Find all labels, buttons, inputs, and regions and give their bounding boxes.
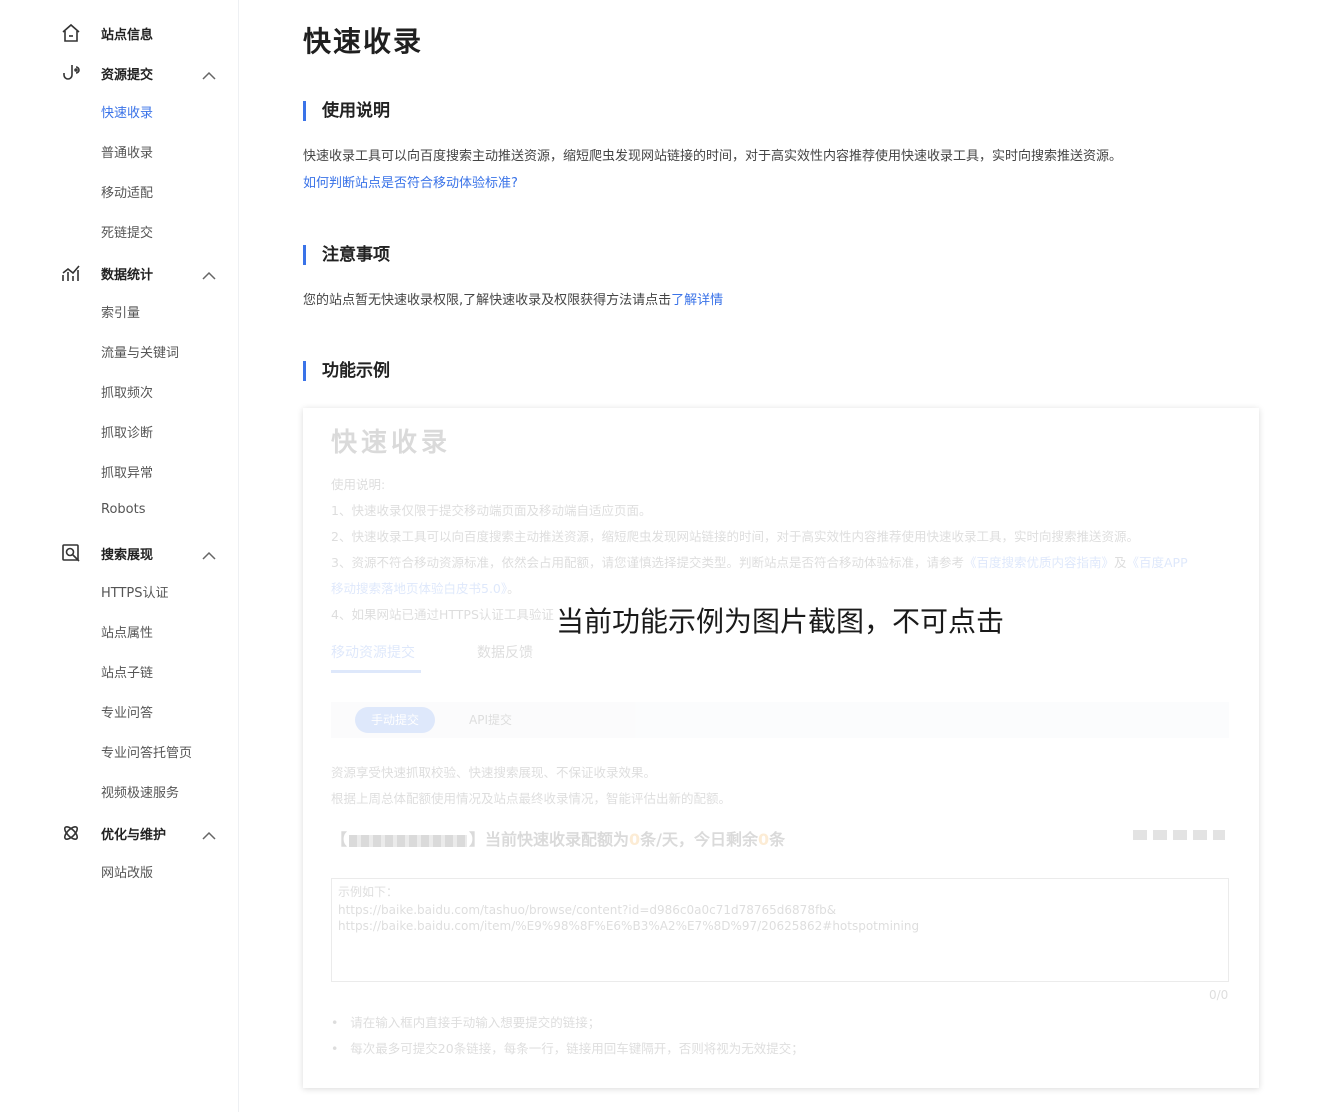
example-whitepaper-link-b: 移动搜索落地页体验白皮书5.0》 <box>331 581 508 596</box>
sidebar-item-sitelinks[interactable]: 站点子链 <box>101 662 153 681</box>
notice-text: 您的站点暂无快速收录权限,了解快速收录及权限获得方法请点击 <box>303 293 672 308</box>
example-bullet-text: 请在输入框内直接手动输入想要提交的链接； <box>350 1015 601 1030</box>
example-quota: 【】当前快速收录配额为0条/天，今日剩余0条 <box>331 826 785 850</box>
example-title: 快速收录 <box>331 428 452 458</box>
example-bullet: • 请在输入框内直接手动输入想要提交的链接； <box>331 1015 601 1030</box>
example-desc: 根据上周总体配额使用情况及站点最终收录情况，智能评估出新的配额。 <box>331 791 732 806</box>
chevron-up-icon[interactable] <box>202 66 216 80</box>
section-title-notice: 注意事项 <box>303 245 390 265</box>
quota-value: 0 <box>629 830 641 849</box>
example-line: 2、快速收录工具可以向百度搜索主动推送资源，缩短爬虫发现网站链接的时间，对于高实… <box>331 529 1139 544</box>
sidebar-item-https[interactable]: HTTPS认证 <box>101 582 169 601</box>
sidebar-item-video-speed[interactable]: 视频极速服务 <box>101 782 179 801</box>
sidebar-item-crawl-errors[interactable]: 抓取异常 <box>101 462 153 481</box>
example-screenshot: 快速收录 使用说明: 1、快速收录仅限于提交移动端页面及移动端自适应页面。 2、… <box>303 408 1259 1088</box>
sidebar-item-normal-index[interactable]: 普通收录 <box>101 142 153 161</box>
example-line3-mid: 及 <box>1113 555 1127 570</box>
sidebar-item-robots[interactable]: Robots <box>101 502 145 517</box>
example-line: 1、快速收录仅限于提交移动端页面及移动端自适应页面。 <box>331 503 652 518</box>
section-title-usage: 使用说明 <box>303 101 390 121</box>
sidebar-item-index-volume[interactable]: 索引量 <box>101 302 140 321</box>
sidebar-group-data-stats[interactable]: 数据统计 <box>0 257 239 287</box>
example-bullet: • 每次最多可提交20条链接，每条一行，链接用回车键隔开，否则将视为无效提交； <box>331 1041 804 1056</box>
sidebar-item-site-info[interactable]: 站点信息 <box>0 17 239 47</box>
sidebar-item-traffic-keywords[interactable]: 流量与关键词 <box>101 342 179 361</box>
sidebar-item-crawl-frequency[interactable]: 抓取频次 <box>101 382 153 401</box>
example-usage-label: 使用说明: <box>331 477 386 492</box>
chevron-up-icon[interactable] <box>202 266 216 280</box>
search-display-icon <box>60 542 82 564</box>
sidebar-item-site-attributes[interactable]: 站点属性 <box>101 622 153 641</box>
example-line: 4、如果网站已通过HTTPS认证工具验证 <box>331 607 554 622</box>
sidebar-group-resource-submit[interactable]: 资源提交 <box>0 57 239 87</box>
sidebar: 站点信息 资源提交 快速收录 普通收录 移动适配 死链提交 数据统计 索引量 流… <box>0 0 239 1112</box>
example-tab-underline <box>331 670 421 673</box>
quota-prefix: 【 <box>331 830 348 849</box>
quota-unit: 条/天，今日剩余 <box>640 830 759 849</box>
chevron-up-icon[interactable] <box>202 826 216 840</box>
notice-text-row: 您的站点暂无快速收录权限,了解快速收录及权限获得方法请点击了解详情 <box>303 289 723 308</box>
optimize-icon <box>60 822 82 844</box>
example-counter: 0/0 <box>1209 988 1229 1002</box>
sidebar-item-site-revision[interactable]: 网站改版 <box>101 862 153 881</box>
example-tab-feedback: 数据反馈 <box>477 645 533 661</box>
example-faded-content: 快速收录 使用说明: 1、快速收录仅限于提交移动端页面及移动端自适应页面。 2、… <box>303 408 1259 1088</box>
page-title: 快速收录 <box>303 25 424 58</box>
mobile-standard-link[interactable]: 如何判断站点是否符合移动体验标准? <box>303 172 518 191</box>
blurred-info <box>1133 830 1225 840</box>
example-line3-prefix: 3、资源不符合移动资源标准，依然会占用配额，请您谨慎选择提交类型。判断站点是否符… <box>331 555 964 570</box>
sidebar-item-pro-qa[interactable]: 专业问答 <box>101 702 153 721</box>
example-subtab-api: API提交 <box>469 713 512 727</box>
example-textarea: 示例如下： https://baike.baidu.com/tashuo/bro… <box>331 878 1229 982</box>
sidebar-group-label: 优化与维护 <box>101 828 167 843</box>
submit-hook-icon <box>60 62 82 84</box>
section-title-example: 功能示例 <box>303 361 390 381</box>
example-textarea-line: https://baike.baidu.com/tashuo/browse/co… <box>338 903 837 917</box>
sidebar-group-optimize[interactable]: 优化与维护 <box>0 817 239 847</box>
example-overlay-notice: 当前功能示例为图片截图，不可点击 <box>556 605 1005 638</box>
sidebar-item-quick-index[interactable]: 快速收录 <box>101 102 153 121</box>
sidebar-group-label: 资源提交 <box>101 68 154 83</box>
sidebar-group-label: 搜索展现 <box>101 548 154 563</box>
example-tab-mobile: 移动资源提交 <box>331 645 415 661</box>
sidebar-item-pro-qa-hosted[interactable]: 专业问答托管页 <box>101 742 192 761</box>
sidebar-group-label: 数据统计 <box>101 268 154 283</box>
sidebar-item-mobile-adapt[interactable]: 移动适配 <box>101 182 153 201</box>
quota-end: 条 <box>769 830 786 849</box>
usage-text: 快速收录工具可以向百度搜索主动推送资源，缩短爬虫发现网站链接的时间，对于高实效性… <box>303 149 1123 164</box>
example-bullet-text: 每次最多可提交20条链接，每条一行，链接用回车键隔开，否则将视为无效提交； <box>350 1041 804 1056</box>
chevron-up-icon[interactable] <box>202 546 216 560</box>
sidebar-group-label: 站点信息 <box>101 28 154 43</box>
quota-mid: 】当前快速收录配额为 <box>469 830 630 849</box>
quota-remaining: 0 <box>758 830 770 849</box>
example-textarea-line: https://baike.baidu.com/item/%E9%98%8F%E… <box>338 919 920 933</box>
example-line3-suffix: 。 <box>507 581 520 596</box>
example-subtab-manual: 手动提交 <box>355 707 435 733</box>
sidebar-item-dead-link[interactable]: 死链提交 <box>101 222 153 241</box>
example-guide-link: 《百度搜索优质内容指南》 <box>963 555 1114 570</box>
learn-more-link[interactable]: 了解详情 <box>671 293 723 308</box>
stats-icon <box>60 262 82 284</box>
sidebar-item-crawl-diagnosis[interactable]: 抓取诊断 <box>101 422 153 441</box>
example-whitepaper-link-a: 《百度APP <box>1126 555 1188 570</box>
example-line: 3、资源不符合移动资源标准，依然会占用配额，请您谨慎选择提交类型。判断站点是否符… <box>331 552 1188 571</box>
home-icon <box>60 22 82 44</box>
example-textarea-line: 示例如下： <box>338 885 399 899</box>
example-desc: 资源享受快速抓取校验、快速搜索展现、不保证收录效果。 <box>331 765 657 780</box>
example-subtab-bar: 手动提交 API提交 <box>331 702 1229 738</box>
example-line: 移动搜索落地页体验白皮书5.0》。 <box>331 578 520 597</box>
sidebar-group-search-display[interactable]: 搜索展现 <box>0 537 239 567</box>
blurred-site-name <box>349 834 468 847</box>
